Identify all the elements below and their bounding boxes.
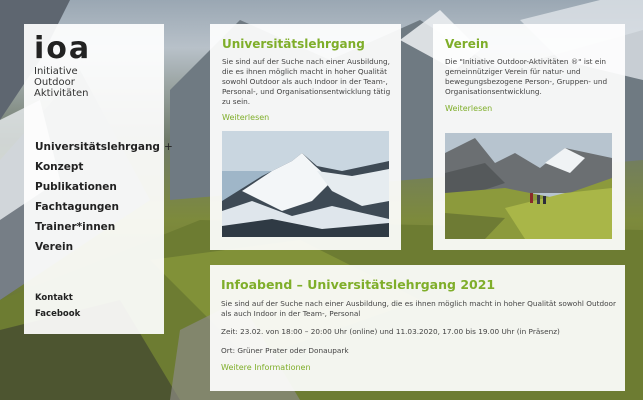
event-time: Zeit: 23.02. von 18:00 – 20:00 Uhr (onli… [221, 327, 560, 336]
card-body: Sie sind auf der Suche nach einer Ausbil… [222, 57, 391, 106]
nav-item-label: Fachtagungen [35, 201, 120, 213]
nav-item-universitaetslehrgang[interactable]: Universitätslehrgang + [35, 137, 173, 157]
card-body: Die "Initiative Outdoor-Aktivitäten ®" i… [445, 57, 608, 96]
logo[interactable]: ioa Initiative Outdoor Aktivitäten [34, 31, 92, 100]
card-title[interactable]: Infoabend – Universitätslehrgang 2021 [221, 277, 495, 292]
nav-item-facebook[interactable]: Facebook [35, 306, 80, 322]
hikers-valley-image[interactable] [445, 133, 612, 239]
card-title[interactable]: Verein [445, 37, 488, 51]
event-place: Ort: Grüner Prater oder Donaupark [221, 346, 349, 355]
nav-item-kontakt[interactable]: Kontakt [35, 290, 80, 306]
logo-line: Outdoor [34, 77, 75, 88]
card-body: Sie sind auf der Suche nach einer Ausbil… [221, 299, 617, 318]
more-info-link[interactable]: Weitere Informationen [221, 363, 311, 372]
nav-item-fachtagungen[interactable]: Fachtagungen [35, 197, 173, 217]
nav-item-konzept[interactable]: Konzept [35, 157, 173, 177]
nav-item-verein[interactable]: Verein [35, 237, 173, 257]
nav-item-label: Verein [35, 241, 74, 253]
snowy-mountain-image[interactable] [222, 131, 389, 237]
expand-plus-icon[interactable]: + [164, 141, 173, 153]
logo-line: Initiative [34, 66, 78, 77]
nav-item-publikationen[interactable]: Publikationen [35, 177, 173, 197]
nav-item-trainerinnen[interactable]: Trainer*innen [35, 217, 173, 237]
nav-item-label: Publikationen [35, 181, 117, 193]
read-more-link[interactable]: Weiterlesen [445, 104, 492, 113]
nav-item-label: Universitätslehrgang [35, 141, 160, 153]
main-nav: Universitätslehrgang + Konzept Publikatio… [35, 137, 173, 257]
secondary-nav: Kontakt Facebook [35, 290, 80, 322]
logo-mark: ioa [34, 31, 92, 66]
nav-item-label: Konzept [35, 161, 84, 173]
card-universitaetslehrgang: Universitätslehrgang Sie sind auf der Su… [210, 24, 401, 250]
read-more-link[interactable]: Weiterlesen [222, 113, 269, 122]
logo-line: Aktivitäten [34, 88, 89, 99]
nav-item-label: Trainer*innen [35, 221, 116, 233]
logo-subtitle: Initiative Outdoor Aktivitäten [34, 66, 91, 99]
card-verein: Verein Die "Initiative Outdoor-Aktivität… [433, 24, 625, 250]
card-title[interactable]: Universitätslehrgang [222, 37, 365, 51]
card-infoabend: Infoabend – Universitätslehrgang 2021 Si… [210, 265, 625, 391]
sidebar: ioa Initiative Outdoor Aktivitäten Unive… [24, 24, 173, 334]
